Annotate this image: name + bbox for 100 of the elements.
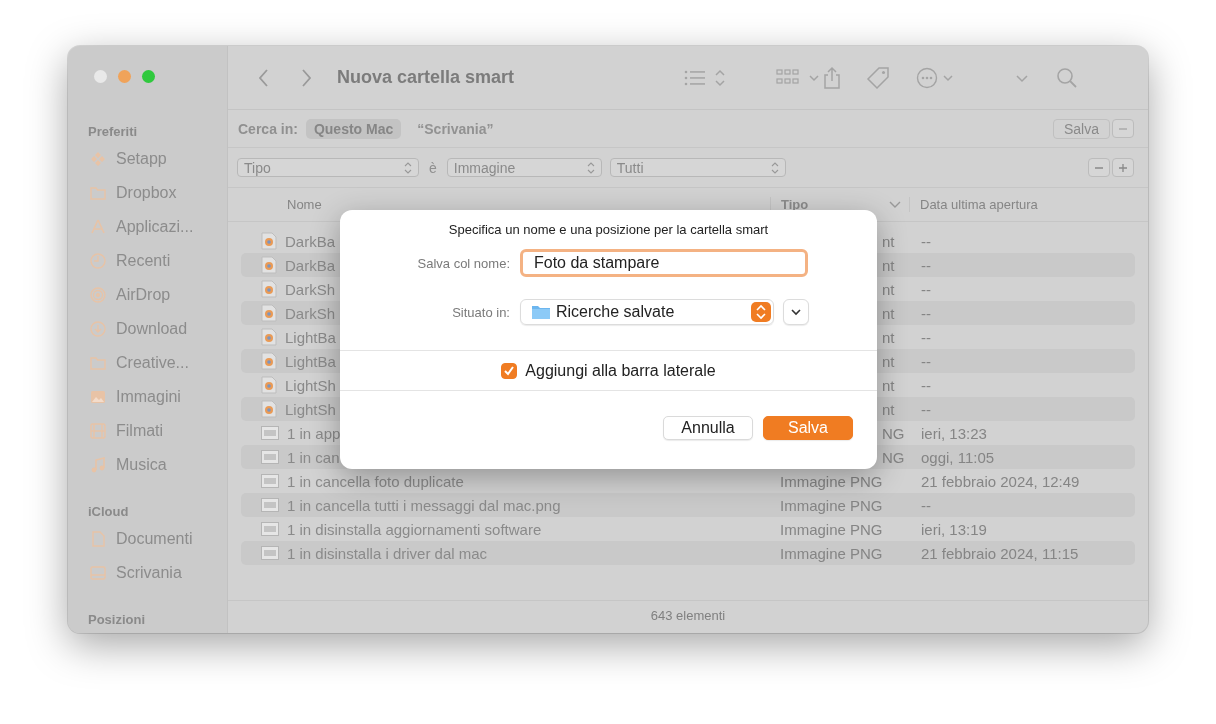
name-field[interactable]: Foto da stampare [520,249,808,277]
folder-icon [531,304,551,320]
save-search-button[interactable]: Salva [1052,118,1110,139]
search-icon[interactable] [1056,66,1079,89]
image-file-icon [261,498,279,512]
sidebar-heading: Preferiti [87,123,139,141]
file-name: 1 in app [287,424,341,442]
document-icon [89,530,107,548]
file-type: Immagine PNG [780,520,883,538]
field-label: Situato in: [451,304,510,320]
document-icon [261,352,277,370]
file-type: nt [882,352,895,370]
sidebar-item[interactable]: Documenti [80,522,227,556]
file-date: oggi, 11:05 [920,448,996,466]
subvalue-popup[interactable]: Tutti [609,158,786,177]
file-date: -- [920,352,932,370]
window-title: Nuova cartella smart [337,67,515,88]
minimize-button[interactable] [118,70,131,83]
file-type: Immagine PNG [780,496,883,514]
checkbox[interactable] [501,362,518,379]
remove-button[interactable] [1112,119,1134,138]
dialog-title: Specifica un nome e una posizione per la cartella smart [447,222,770,239]
operator-label: è [429,159,437,176]
chevron-down-icon[interactable] [1016,72,1029,83]
film-icon [89,422,107,440]
status-text: 643 elementi [650,608,726,623]
back-icon[interactable] [258,67,270,88]
table-row[interactable]: 1 in cancella tutti i messaggi dal mac.png Immagine PNG -- [241,493,1135,517]
sidebar-item[interactable]: Applicazi... [80,210,227,244]
file-type: NG [882,448,905,466]
cancel-button[interactable]: Annulla [663,416,753,440]
image-file-icon [261,522,279,536]
list-view-icon[interactable] [684,67,727,88]
sidebar-item[interactable]: Download [80,312,227,346]
file-type: nt [882,256,895,274]
stepper-icon [751,302,771,322]
updown-icon [770,161,779,174]
image-icon [89,388,107,406]
file-type: nt [882,376,895,394]
file-date: ieri, 13:23 [920,424,988,442]
file-type: NG [882,424,905,442]
file-type: nt [882,328,895,346]
share-icon[interactable] [822,65,843,90]
sidebar-item[interactable]: Musica [80,448,227,482]
sidebar-heading: iCloud [87,503,130,521]
file-name: LightSh [285,376,336,394]
zoom-button[interactable] [142,70,155,83]
save-button[interactable]: Salva [763,416,853,440]
document-icon [261,232,277,250]
remove-criterion-button[interactable] [1088,158,1110,177]
image-file-icon [261,474,279,488]
sidebar-item[interactable]: AirDrop [80,278,227,312]
file-date: -- [920,232,932,250]
file-name: LightBa [285,328,336,346]
column-header[interactable]: Nome [241,197,770,212]
folder-icon [89,184,107,202]
location-popup[interactable]: Ricerche salvate [520,299,774,325]
file-date: 21 febbraio 2024, 12:49 [920,472,1081,490]
chevron-down-icon [791,308,801,316]
forward-icon[interactable] [300,67,312,88]
close-button[interactable] [94,70,107,83]
search-scope-label: Cerca in: [238,120,298,137]
file-date: -- [920,304,932,322]
scope-tab[interactable]: “Scrivania” [409,118,502,139]
checkbox-label: Aggiungi alla barra laterale [525,361,716,380]
sidebar-item[interactable]: Filmati [80,414,227,448]
file-type: Immagine PNG [780,472,883,490]
file-type: nt [882,280,895,298]
sidebar-item[interactable]: Setapp [80,142,227,176]
sidebar-item[interactable]: Scrivania [80,556,227,590]
expand-button[interactable] [783,299,809,325]
file-date: -- [920,496,932,514]
document-icon [261,304,277,322]
file-name: DarkSh [285,304,336,322]
attribute-popup[interactable]: Tipo [237,158,419,177]
add-criterion-button[interactable] [1112,158,1134,177]
document-icon [261,328,277,346]
column-header[interactable]: Data ultima apertura [910,197,1148,212]
sidebar-item[interactable]: Immagini [80,380,227,414]
tag-icon[interactable] [866,65,891,90]
file-name: 1 in cancella tutti i messaggi dal mac.png [287,496,561,514]
updown-icon [404,161,412,174]
sidebar-item[interactable]: Recenti [80,244,227,278]
file-date: -- [920,400,932,418]
updown-icon [586,161,595,174]
field-label: Salva col nome: [416,255,510,271]
diamond-icon [89,150,107,168]
file-date: 21 febbraio 2024, 11:15 [920,544,1080,562]
sidebar-item[interactable]: Creative... [80,346,227,380]
plus-icon [1118,162,1128,173]
file-type: nt [882,304,895,322]
sidebar-item[interactable]: Dropbox [80,176,227,210]
scope-tab[interactable]: Questo Mac [305,118,402,139]
document-icon [261,400,277,418]
monitor-icon [89,564,107,582]
sidebar-heading: Posizioni [87,611,147,629]
file-name: 1 in can [287,448,340,466]
document-icon [261,256,277,274]
value-popup[interactable]: Immagine [446,158,602,177]
music-note-icon [89,456,107,474]
